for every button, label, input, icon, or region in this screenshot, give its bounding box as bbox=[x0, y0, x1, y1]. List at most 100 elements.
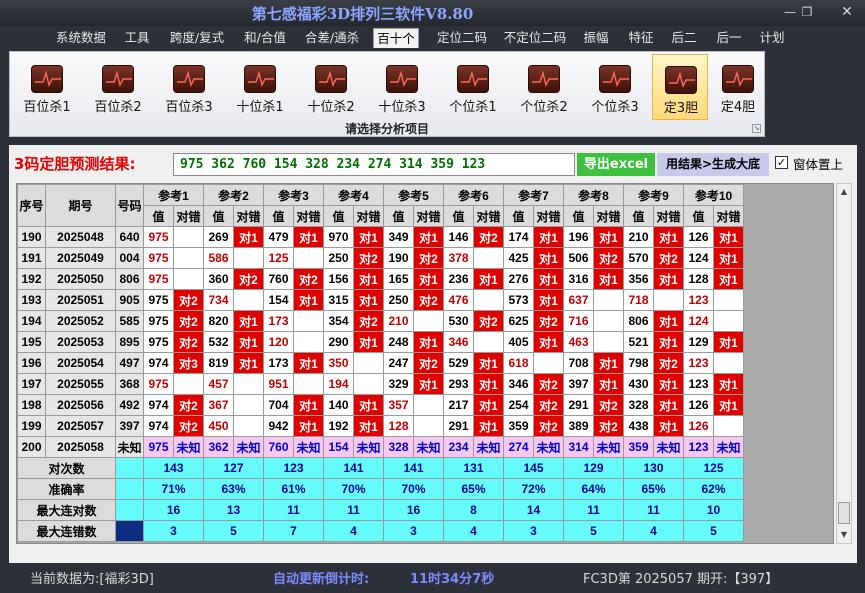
close-icon[interactable]: ✕ bbox=[836, 3, 858, 21]
ref-judge: 对2 bbox=[353, 247, 384, 269]
ref-header: 参考7 bbox=[503, 184, 564, 206]
ref-judge: 对1 bbox=[473, 352, 504, 374]
prediction-row[interactable]: 200 2025058 未知 975 未知 362 未知 760 未知 154 未知 328 未知 234… bbox=[17, 436, 744, 458]
line-chart-icon bbox=[722, 65, 754, 93]
menu-item[interactable]: 合差/通杀 bbox=[302, 28, 362, 48]
export-excel-button[interactable]: 导出excel bbox=[577, 153, 655, 176]
table-row[interactable]: 194 2025052 585 975 对2 820 对1 173 354 对2 210 530 对2 6… bbox=[17, 310, 744, 332]
ref-judge: 对2 bbox=[173, 310, 204, 332]
ribbon-button[interactable]: 十位杀3 bbox=[371, 54, 433, 120]
ribbon-button[interactable]: 个位杀1 bbox=[442, 54, 504, 120]
pred-judge: 未知 bbox=[533, 436, 564, 458]
ribbon-button[interactable]: 百位杀1 bbox=[16, 54, 78, 120]
table-row[interactable]: 193 2025051 905 975 对2 734 154 对1 315 对1 250 对2 476 5… bbox=[17, 289, 744, 311]
stats-value: 70% bbox=[323, 478, 384, 500]
ribbon-button[interactable]: 定4胆 bbox=[710, 54, 766, 120]
ref-judge: 对1 bbox=[533, 268, 564, 290]
row-number: 368 bbox=[115, 373, 144, 395]
ribbon-button-label: 个位杀1 bbox=[449, 100, 497, 115]
table-row[interactable]: 199 2025057 397 974 对2 450 942 对1 192 对1 128 291 对1 3… bbox=[17, 415, 744, 437]
ref-judge bbox=[473, 331, 504, 353]
table-row[interactable]: 196 2025054 497 974 对3 819 对1 173 对1 350 247 对2 529 对… bbox=[17, 352, 744, 374]
ribbon-caption: 请选择分析项目 bbox=[344, 122, 429, 136]
prediction-result-field[interactable]: 975 362 760 154 328 234 274 314 359 123 bbox=[173, 153, 575, 176]
table-row[interactable]: 191 2025049 004 975 586 125 250 对2 190 对2 378 425 对1… bbox=[17, 247, 744, 269]
table-row[interactable]: 192 2025050 806 975 360 对2 760 对2 156 对1 165 对1 236 对… bbox=[17, 268, 744, 290]
ribbon-button[interactable]: 百位杀2 bbox=[87, 54, 149, 120]
value-header: 值 bbox=[263, 205, 294, 227]
vertical-scrollbar[interactable]: ▲ ▼ bbox=[836, 183, 852, 544]
ref-value: 529 bbox=[443, 352, 474, 374]
menu-item[interactable]: 不定位二码 bbox=[499, 28, 571, 48]
table-row[interactable]: 197 2025055 368 975 457 951 194 329 对1 293 对1 346 对2… bbox=[17, 373, 744, 395]
ref-value: 126 bbox=[683, 226, 714, 248]
ribbon-button[interactable]: 个位杀2 bbox=[513, 54, 575, 120]
ref-value: 479 bbox=[263, 226, 294, 248]
menu-item[interactable]: 百十个 bbox=[373, 28, 419, 48]
ribbon-button-label: 百位杀2 bbox=[94, 100, 142, 115]
judge-header: 对错 bbox=[353, 205, 384, 227]
ribbon-expand-icon[interactable]: ↘ bbox=[752, 124, 761, 133]
ribbon-button[interactable]: 个位杀3 bbox=[584, 54, 646, 120]
ribbon-button[interactable]: 百位杀3 bbox=[158, 54, 220, 120]
menu-item[interactable]: 振幅 bbox=[581, 28, 611, 48]
ref-judge: 对2 bbox=[173, 331, 204, 353]
scroll-thumb[interactable] bbox=[838, 502, 850, 524]
ribbon-button-label: 个位杀2 bbox=[520, 100, 568, 115]
row-period: 2025056 bbox=[45, 394, 116, 416]
line-chart-icon bbox=[599, 65, 631, 93]
stats-value: 62% bbox=[683, 478, 744, 500]
row-number: 未知 bbox=[115, 436, 144, 458]
table-row[interactable]: 195 2025053 895 975 对2 532 对1 120 290 对1 248 对1 346 4… bbox=[17, 331, 744, 353]
ref-judge: 对1 bbox=[293, 394, 324, 416]
ref-judge: 对1 bbox=[293, 352, 324, 374]
menu-item[interactable]: 跨度/复式 bbox=[166, 28, 228, 48]
ref-value: 123 bbox=[683, 289, 714, 311]
ribbon-button[interactable]: 定3胆 bbox=[652, 54, 708, 120]
stats-value: 141 bbox=[323, 457, 384, 479]
stay-on-top-checkbox[interactable]: ✓ bbox=[775, 156, 788, 169]
ref-value: 360 bbox=[203, 268, 234, 290]
ref-value: 476 bbox=[443, 289, 474, 311]
stats-value: 131 bbox=[443, 457, 504, 479]
table-row[interactable]: 198 2025056 492 974 对2 367 704 对1 140 对1 357 217 对1 2… bbox=[17, 394, 744, 416]
stats-value: 125 bbox=[683, 457, 744, 479]
scroll-up-icon[interactable]: ▲ bbox=[837, 184, 851, 200]
ref-value: 819 bbox=[203, 352, 234, 374]
menu-item[interactable]: 工具 bbox=[122, 28, 152, 48]
ref-value: 625 bbox=[503, 310, 534, 332]
scroll-down-icon[interactable]: ▼ bbox=[837, 527, 851, 543]
ref-judge: 对2 bbox=[473, 310, 504, 332]
ref-value: 974 bbox=[143, 394, 174, 416]
ref-value: 196 bbox=[563, 226, 594, 248]
ref-judge: 对1 bbox=[233, 331, 264, 353]
menu-item[interactable]: 系统数据 bbox=[55, 28, 107, 48]
menu-item[interactable]: 后二 bbox=[669, 28, 699, 48]
ribbon-button[interactable]: 十位杀1 bbox=[229, 54, 291, 120]
ref-judge bbox=[713, 289, 744, 311]
menu-item[interactable]: 和/合值 bbox=[240, 28, 290, 48]
ref-judge: 对2 bbox=[173, 415, 204, 437]
menu-item[interactable]: 后一 bbox=[714, 28, 744, 48]
judge-header: 对错 bbox=[473, 205, 504, 227]
row-number: 640 bbox=[115, 226, 144, 248]
value-header: 值 bbox=[683, 205, 714, 227]
ref-value: 173 bbox=[263, 352, 294, 374]
ribbon-button[interactable]: 十位杀2 bbox=[300, 54, 362, 120]
ref-judge: 对2 bbox=[293, 268, 324, 290]
ref-judge: 对2 bbox=[413, 289, 444, 311]
line-chart-icon bbox=[665, 66, 697, 94]
ref-value: 637 bbox=[563, 289, 594, 311]
stats-value: 63% bbox=[203, 478, 264, 500]
table-row[interactable]: 190 2025048 640 975 269 对1 479 对1 970 对1 349 对1 146 对… bbox=[17, 226, 744, 248]
stats-row: 最大连对数 16 13 11 11 16 8 14 11 11 10 bbox=[17, 499, 744, 521]
menu-item[interactable]: 定位二码 bbox=[432, 28, 492, 48]
ref-judge bbox=[293, 247, 324, 269]
menu-item[interactable]: 特征 bbox=[626, 28, 656, 48]
ref-header: 参考1 bbox=[143, 184, 204, 206]
maximize-icon[interactable]: ❐ bbox=[796, 3, 818, 21]
generate-base-button[interactable]: 用结果>生成大底 bbox=[657, 153, 769, 176]
menu-item[interactable]: 计划 bbox=[757, 28, 787, 48]
pred-value: 328 bbox=[383, 436, 414, 458]
ref-judge: 对1 bbox=[713, 373, 744, 395]
